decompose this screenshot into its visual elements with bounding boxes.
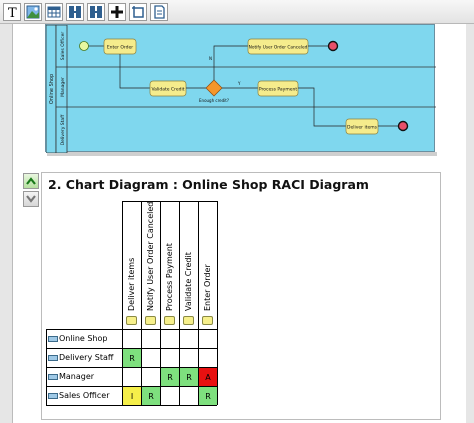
end-event-delivered: [397, 120, 409, 132]
task-enter-order-label: Enter Order: [107, 45, 133, 51]
text-icon-glyph: T: [8, 6, 17, 19]
section-title: 2. Chart Diagram : Online Shop RACI Diag…: [48, 177, 369, 192]
chart-diagram-section: 2. Chart Diagram : Online Shop RACI Diag…: [41, 172, 441, 420]
pool-label: Online Shop: [49, 74, 55, 104]
end-event-cancel: [327, 40, 339, 52]
lane-label-sales-officer: Sales Officer: [60, 32, 66, 61]
plus-icon[interactable]: [108, 2, 126, 21]
gateway: [205, 79, 223, 97]
gateway-label: Enough credit?: [199, 98, 229, 103]
chevron-down-icon: [26, 195, 36, 203]
table-icon[interactable]: [45, 2, 63, 21]
raci-chart: Online Shop R Delivery Staff R R A Manager I R R S…: [46, 201, 218, 406]
start-event: [79, 41, 89, 51]
task-process-payment-label: Process Payment: [259, 87, 297, 93]
bpd-diagram-image: Online Shop Sales Officer Manager Delive…: [45, 24, 436, 153]
crop-icon[interactable]: [129, 2, 147, 21]
page-break-icon[interactable]: [66, 2, 84, 21]
chevron-up-icon: [26, 177, 36, 185]
lane-label-manager: Manager: [60, 77, 66, 97]
flow-label-y: Y: [237, 81, 241, 86]
lane-label-delivery-staff: Delivery Staff: [60, 114, 66, 145]
task-deliver-items-label: Deliver items: [347, 125, 378, 131]
scrollbar-track[interactable]: [466, 24, 474, 423]
page-break-alt-icon[interactable]: [87, 2, 105, 21]
toolbar: T: [0, 0, 474, 24]
raci-grid: [46, 201, 218, 406]
task-validate-credit-label: Validate Credit: [151, 87, 184, 93]
text-icon[interactable]: T: [3, 2, 21, 21]
page-icon[interactable]: [150, 2, 168, 21]
flow-label-n: N: [209, 56, 212, 61]
move-up-button[interactable]: [23, 173, 39, 189]
image-icon[interactable]: [24, 2, 42, 21]
document-page: Online Shop Sales Officer Manager Delive…: [12, 24, 468, 423]
task-notify-user-label: Notify User Order Canceled: [249, 45, 308, 51]
move-down-button[interactable]: [23, 191, 39, 207]
